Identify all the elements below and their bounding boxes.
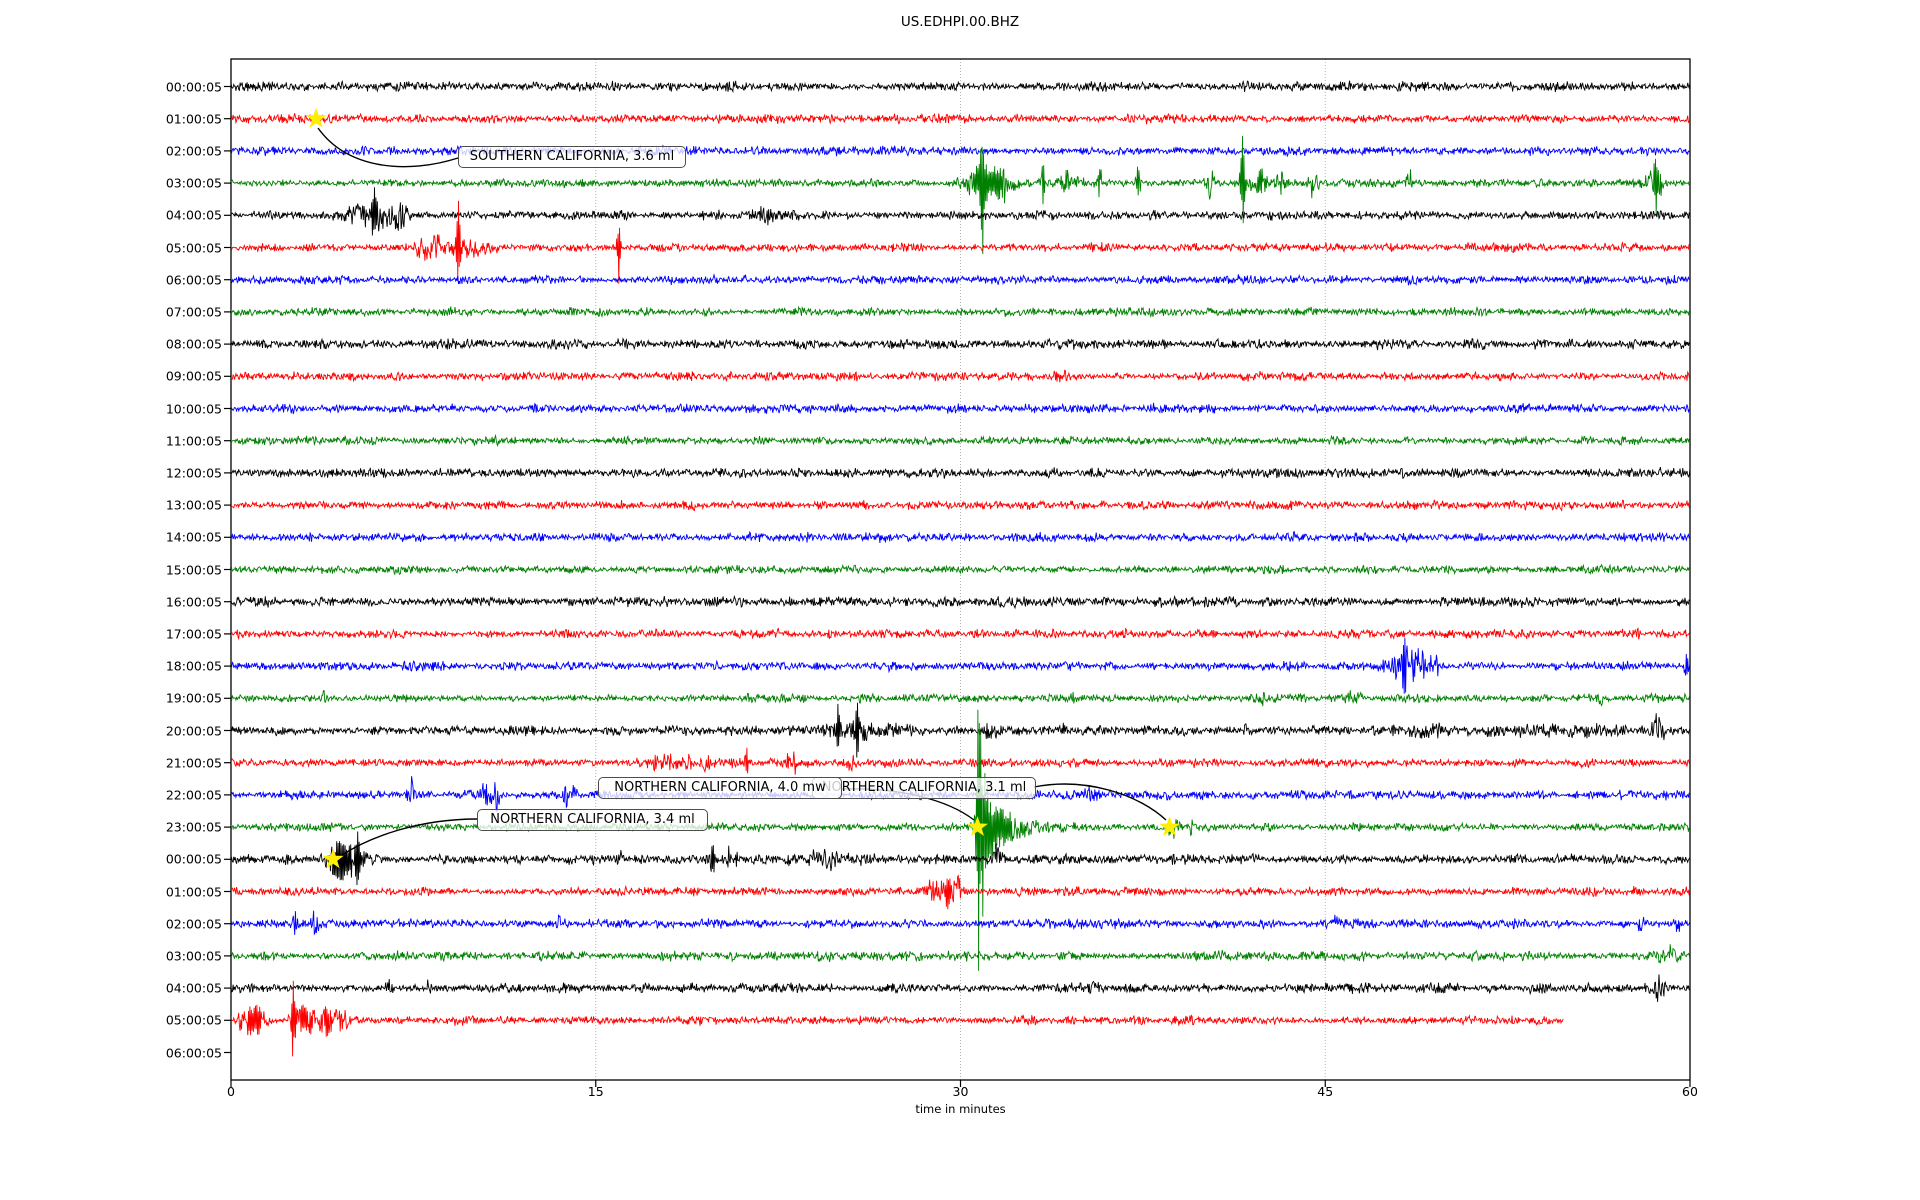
xtick-label: 60: [1682, 1084, 1698, 1099]
ytick-label: 05:00:05: [165, 1012, 222, 1028]
ytick-label: 03:00:05: [165, 948, 222, 964]
xtick-label: 45: [1317, 1084, 1334, 1099]
trace-row-25: [231, 874, 1690, 910]
ytick-label: 07:00:05: [165, 304, 222, 320]
ytick-label: 01:00:05: [165, 111, 222, 127]
event-label: SOUTHERN CALIFORNIA, 3.6 ml: [458, 146, 686, 168]
ytick-label: 09:00:05: [165, 368, 222, 384]
xtick-label: 15: [587, 1084, 604, 1099]
ytick-label: 13:00:05: [165, 497, 222, 513]
ytick-label: 06:00:05: [165, 1045, 222, 1060]
ytick-label: 12:00:05: [165, 465, 222, 481]
event-label: NORTHERN CALIFORNIA, 3.1 ml: [812, 777, 1036, 799]
ytick-label: 23:00:05: [165, 819, 222, 835]
ytick-label: 03:00:05: [165, 175, 222, 191]
seismogram-figure: US.EDHPI.00.BHZ time in minutes SOUTHERN…: [0, 0, 1920, 1200]
event-label: NORTHERN CALIFORNIA, 4.0 mw: [598, 777, 842, 799]
ytick-label: 05:00:05: [165, 240, 222, 255]
xtick-label: 30: [952, 1084, 969, 1099]
ytick-label: 20:00:05: [165, 723, 222, 738]
ytick-label: 01:00:05: [165, 884, 222, 899]
ytick-label: 17:00:05: [165, 626, 222, 642]
ytick-label: 00:00:05: [165, 79, 222, 94]
ytick-label: 15:00:05: [165, 562, 222, 577]
x-axis-title: time in minutes: [915, 1102, 1006, 1116]
ytick-label: 11:00:05: [165, 433, 222, 449]
trace-row-0: [231, 79, 1690, 94]
ytick-label: 14:00:05: [165, 529, 222, 545]
ytick-label: 10:00:05: [165, 401, 222, 416]
ytick-label: 18:00:05: [165, 658, 222, 674]
trace-row-23: [231, 709, 1690, 971]
ytick-label: 04:00:05: [165, 980, 222, 996]
xtick-label: 0: [227, 1084, 235, 1099]
ytick-label: 04:00:05: [165, 207, 222, 223]
event-star-icon: [305, 107, 327, 128]
ytick-label: 19:00:05: [165, 690, 222, 706]
trace-row-17: [231, 627, 1690, 641]
trace-row-13: [231, 499, 1690, 512]
ytick-label: 06:00:05: [165, 272, 222, 288]
trace-row-28: [231, 974, 1690, 1002]
plot-area: [224, 58, 1691, 1087]
ytick-label: 16:00:05: [165, 594, 222, 610]
ytick-label: 02:00:05: [165, 916, 222, 932]
page-title: US.EDHPI.00.BHZ: [900, 14, 1020, 30]
ytick-label: 22:00:05: [165, 787, 222, 803]
ytick-label: 21:00:05: [165, 755, 222, 771]
ytick-label: 02:00:05: [165, 143, 222, 159]
trace-row-2: [231, 144, 1690, 158]
ytick-label: 08:00:05: [165, 336, 222, 352]
ytick-label: 00:00:05: [165, 851, 222, 867]
event-label: NORTHERN CALIFORNIA, 3.4 ml: [477, 809, 708, 831]
